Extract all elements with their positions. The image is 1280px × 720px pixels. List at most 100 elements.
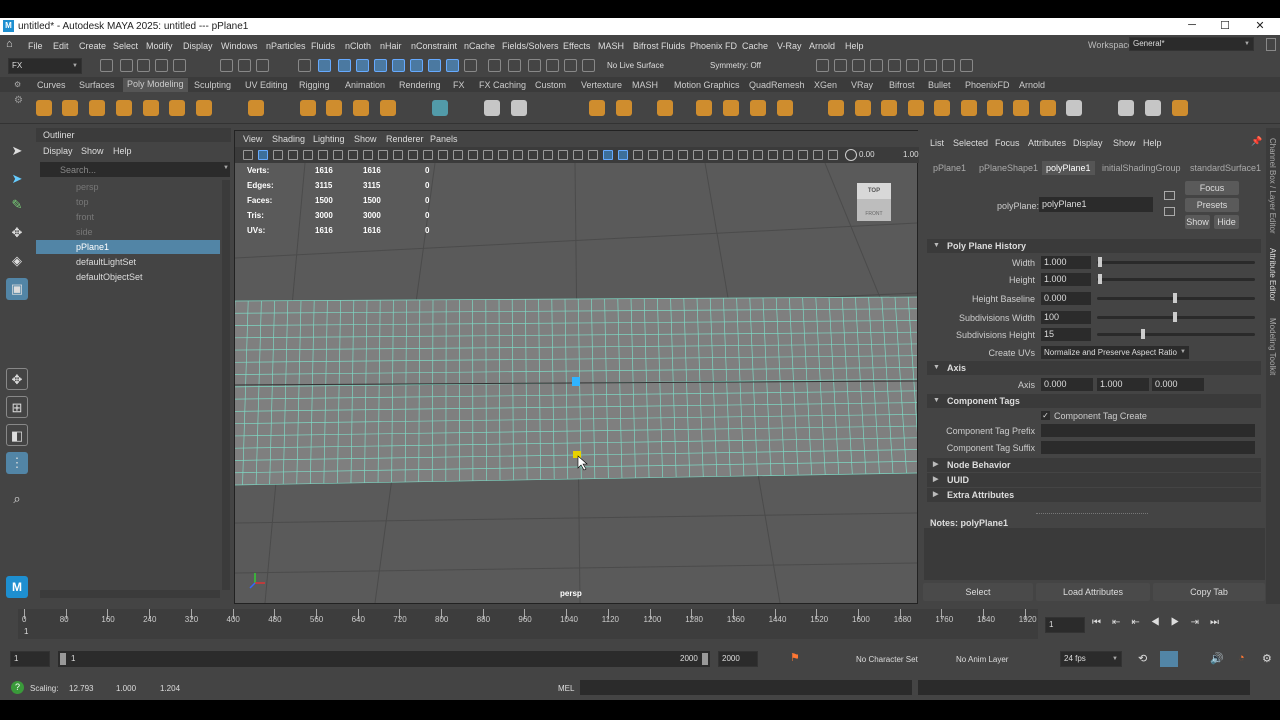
workspace-toggle-icon[interactable] [1266,38,1276,51]
statusline-tool-icon[interactable] [410,59,423,72]
viewport-tool-icon[interactable] [618,150,628,160]
home-icon[interactable]: ⌂ [6,39,18,50]
viewport-tool-icon[interactable] [633,150,643,160]
show-button[interactable]: Show [1185,215,1210,229]
menu-edit[interactable]: Edit [53,41,69,51]
ae-tab-pplane1[interactable]: pPlane1 [933,163,966,173]
shelf-tool-icon[interactable] [484,100,500,116]
clip-icon[interactable] [845,149,857,161]
shelf-tool-icon[interactable] [116,100,132,116]
viewport-tool-icon[interactable] [348,150,358,160]
paint-select-tool-icon[interactable]: ✎ [6,194,28,216]
viewport-tool-icon[interactable] [573,150,583,160]
shelf-tool-icon[interactable] [881,100,897,116]
shelf-tool-icon[interactable] [750,100,766,116]
shelf-tool-icon[interactable] [432,100,448,116]
tag-create-checkbox[interactable]: ✓ [1041,411,1050,420]
shelf-tab-arnold[interactable]: Arnold [1019,80,1045,90]
section-uuid[interactable]: UUID [927,473,1261,487]
viewport-tool-icon[interactable] [408,150,418,160]
shelf-tool-icon[interactable] [36,100,52,116]
statusline-tool-icon[interactable] [488,59,501,72]
time-slider[interactable]: 0 80 160 240 320 400 480 560 640 720 800 880 960 1040… [0,607,1280,643]
width-slider[interactable] [1097,257,1255,267]
shelf-tab-rigging[interactable]: Rigging [299,80,330,90]
viewport-menu-show[interactable]: Show [354,134,377,144]
sound-icon[interactable]: 🔊 [1210,652,1224,665]
menu-vray[interactable]: V-Ray [777,41,802,51]
shelf-options-icon[interactable]: ⚙ [14,95,23,106]
statusline-tool-icon[interactable] [564,59,577,72]
viewport-tool-icon[interactable] [513,150,523,160]
height-slider[interactable] [1097,274,1255,284]
input-connection-icon[interactable] [1164,191,1175,200]
anim-layer-label[interactable]: No Anim Layer [956,655,1008,664]
viewport-tool-icon[interactable] [273,150,283,160]
manipulator-center-handle[interactable] [572,377,580,386]
shelf-tool-icon[interactable] [1118,100,1134,116]
statusline-tool-icon[interactable] [137,59,150,72]
shelf-tool-icon[interactable] [1040,100,1056,116]
subdivisions-height-field[interactable]: 15 [1041,328,1091,341]
load-attributes-button[interactable]: Load Attributes [1036,583,1150,601]
shelf-tool-icon[interactable] [696,100,712,116]
subdivisions-width-field[interactable]: 100 [1041,311,1091,324]
viewport-tool-icon[interactable] [723,150,733,160]
viewport-panel[interactable]: View Shading Lighting Show Renderer Panels 0.… [234,130,919,604]
shelf-tab-animation[interactable]: Animation [345,80,385,90]
axis-x-field[interactable]: 0.000 [1041,378,1093,391]
presets-button[interactable]: Presets [1185,198,1239,212]
statusline-tool-icon[interactable] [464,59,477,72]
menu-file[interactable]: File [28,41,43,51]
mel-label[interactable]: MEL [558,684,574,693]
menu-effects[interactable]: Effects [563,41,590,51]
statusline-tool-icon[interactable] [960,59,973,72]
shelf-tool-icon[interactable] [828,100,844,116]
menu-fieldssolvers[interactable]: Fields/Solvers [502,41,559,51]
viewport-tool-icon[interactable] [498,150,508,160]
shelf-tab-bullet[interactable]: Bullet [928,80,951,90]
shelf-tool-icon[interactable] [1013,100,1029,116]
shelf-tool-icon[interactable] [987,100,1003,116]
viewport-tool-icon[interactable] [558,150,568,160]
fps-select[interactable]: 24 fps [1060,651,1122,667]
viewport-tool-icon[interactable] [768,150,778,160]
shelf-tool-icon[interactable] [934,100,950,116]
ae-menu-show[interactable]: Show [1113,138,1136,148]
shelf-tool-icon[interactable] [1145,100,1161,116]
ae-node-field[interactable]: polyPlane1 [1039,197,1153,212]
width-field[interactable]: 1.000 [1041,256,1091,269]
statusline-tool-icon[interactable] [155,59,168,72]
symmetry-label[interactable]: Symmetry: Off [710,61,761,70]
shelf-tool-icon[interactable] [89,100,105,116]
settings-icon[interactable]: ⚙ [1262,652,1272,665]
viewport-tool-icon[interactable] [813,150,823,160]
notes-area[interactable] [924,528,1265,580]
shelf-tool-icon[interactable] [657,100,673,116]
viewport-tool-icon[interactable] [708,150,718,160]
menu-help[interactable]: Help [845,41,864,51]
outliner-item-top[interactable]: top [36,195,220,209]
statusline-tool-icon[interactable] [374,59,387,72]
character-set-label[interactable]: No Character Set [856,655,918,664]
viewport-tool-icon[interactable] [738,150,748,160]
section-axis[interactable]: Axis [927,361,1261,375]
pin-icon[interactable]: 📌 [1251,136,1262,147]
shelf-tool-icon[interactable] [616,100,632,116]
section-extra-attributes[interactable]: Extra Attributes [927,488,1261,502]
axis-y-field[interactable]: 1.000 [1097,378,1149,391]
viewport-tool-icon[interactable] [453,150,463,160]
outliner-item-pplane1[interactable]: pPlane1 [36,240,220,254]
outliner-search[interactable]: Search... ▼ [40,162,230,177]
viewport-tool-icon[interactable] [828,150,838,160]
ae-menu-list[interactable]: List [930,138,944,148]
menu-nparticles[interactable]: nParticles [266,41,306,51]
outliner-item-front[interactable]: front [36,210,220,224]
viewport-tool-icon[interactable] [693,150,703,160]
statusline-tool-icon[interactable] [546,59,559,72]
shelf-tab-vray[interactable]: VRay [851,80,873,90]
loop-icon[interactable]: ⟲ [1138,652,1147,665]
shelf-tool-icon[interactable] [1172,100,1188,116]
near-clip-value[interactable]: 0.00 [859,150,875,159]
viewport-tool-icon[interactable] [438,150,448,160]
